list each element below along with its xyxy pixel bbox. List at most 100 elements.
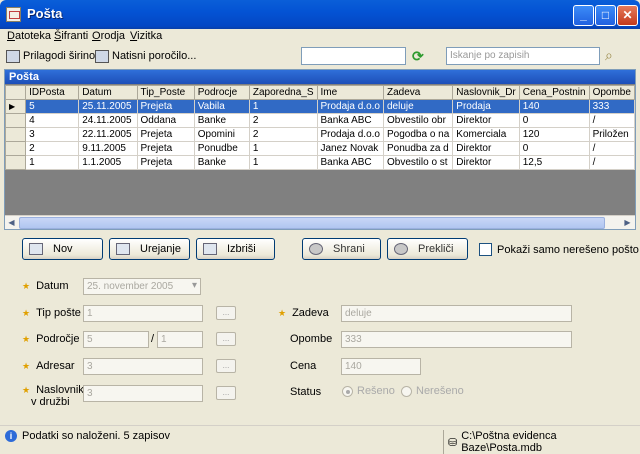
podrocje-lookup-button[interactable]: ... (216, 332, 236, 346)
scroll-left-icon[interactable]: ◀ (5, 217, 18, 229)
row-header[interactable] (4, 155, 27, 170)
unresolved-only-checkbox[interactable]: Pokaži samo nerešeno pošto (479, 243, 639, 256)
column-header[interactable]: Ime (316, 85, 384, 100)
table-cell[interactable]: / (588, 141, 636, 156)
table-cell[interactable]: 1 (248, 99, 318, 114)
refresh-icon[interactable]: ⟳ (412, 48, 424, 65)
table-cell[interactable]: 5 (25, 99, 80, 114)
minimize-button[interactable]: _ (573, 5, 594, 26)
table-cell[interactable]: deluje (382, 99, 454, 114)
menu-sifranti[interactable]: Šifranti (54, 30, 88, 42)
table-cell[interactable]: Komerciala (452, 127, 520, 142)
adresar-field[interactable]: 3 (83, 358, 203, 375)
maximize-button[interactable]: □ (595, 5, 616, 26)
podrocje-field-2[interactable]: 1 (157, 331, 203, 348)
table-cell[interactable]: Prejeta (136, 141, 195, 156)
table-row[interactable]: ▶ 5 25.11.2005 Prejeta Vabila 1 Prodaja d.o.o d… (4, 99, 636, 114)
table-cell[interactable]: Banka ABC (316, 113, 384, 128)
delete-button[interactable]: Izbriši (196, 238, 275, 260)
table-cell[interactable]: Banke (193, 113, 250, 128)
table-cell[interactable]: Prejeta (136, 127, 195, 142)
adresar-lookup-button[interactable]: ... (216, 359, 236, 373)
table-cell[interactable]: Obvestilo obr (382, 113, 454, 128)
menu-orodja[interactable]: Orodja (92, 30, 125, 42)
table-cell[interactable]: 25.11.2005 (78, 99, 138, 114)
search-input[interactable]: Iskanje po zapisih (446, 47, 600, 65)
table-cell[interactable]: 4 (25, 113, 80, 128)
table-cell[interactable]: Pogodba o na (382, 127, 454, 142)
column-header[interactable]: Podrocje (193, 85, 250, 100)
table-cell[interactable]: 1 (25, 155, 80, 170)
table-cell[interactable]: 1.1.2005 (78, 155, 138, 170)
table-cell[interactable]: Janez Novak (316, 141, 384, 156)
column-header[interactable]: Tip_Poste (136, 85, 195, 100)
table-cell[interactable]: Oddana (136, 113, 195, 128)
table-cell[interactable]: Prodaja d.o.o (316, 99, 384, 114)
column-header[interactable]: Opombe (588, 85, 636, 100)
column-header[interactable]: Naslovnik_Dr (452, 85, 520, 100)
column-header[interactable]: IDPosta (25, 85, 80, 100)
new-button[interactable]: Nov (22, 238, 103, 260)
save-button[interactable]: Shrani (302, 238, 381, 260)
fit-width-button[interactable]: Prilagodi širino (6, 47, 95, 65)
table-cell[interactable]: Obvestilo o st (382, 155, 454, 170)
table-row[interactable]: 4 24.11.2005 Oddana Banke 2 Banka ABC Obvestil… (4, 113, 636, 128)
column-header[interactable]: Datum (78, 85, 138, 100)
row-header[interactable]: ▶ (4, 99, 27, 114)
table-cell[interactable]: 9.11.2005 (78, 141, 138, 156)
edit-button[interactable]: Urejanje (109, 238, 190, 260)
table-row[interactable]: 2 9.11.2005 Prejeta Ponudbe 1 Janez Novak Ponu… (4, 141, 636, 156)
table-cell[interactable]: Direktor (452, 141, 520, 156)
table-cell[interactable]: 24.11.2005 (78, 113, 138, 128)
table-row[interactable]: 1 1.1.2005 Prejeta Banke 1 Banka ABC Obvestilo… (4, 155, 636, 170)
table-row[interactable]: 3 22.11.2005 Prejeta Opomini 2 Prodaja d.o.o P… (4, 127, 636, 142)
table-cell[interactable]: 140 (518, 99, 590, 114)
status-resolved-radio[interactable]: Rešeno (342, 385, 395, 397)
table-cell[interactable]: Ponudbe (193, 141, 250, 156)
checkbox-box[interactable] (479, 243, 492, 256)
table-cell[interactable]: Vabila (193, 99, 250, 114)
naslovnik-field[interactable]: 3 (83, 385, 203, 402)
cena-field[interactable]: 140 (341, 358, 421, 375)
scroll-right-icon[interactable]: ▶ (621, 217, 634, 229)
table-cell[interactable]: Direktor (452, 155, 520, 170)
horizontal-scrollbar[interactable]: ◀ ▶ (5, 215, 635, 229)
row-header[interactable] (4, 127, 27, 142)
table-cell[interactable]: Prodaja d.o.o (316, 127, 384, 142)
table-cell[interactable]: / (588, 113, 636, 128)
print-report-button[interactable]: Natisni poročilo... (95, 47, 196, 65)
row-header[interactable] (4, 141, 27, 156)
table-cell[interactable]: Banke (193, 155, 250, 170)
table-cell[interactable]: Direktor (452, 113, 520, 128)
cancel-button[interactable]: Prekliči (387, 238, 468, 260)
table-cell[interactable]: Priložen (588, 127, 636, 142)
opombe-field[interactable]: 333 (341, 331, 572, 348)
table-cell[interactable]: 12,5 (518, 155, 590, 170)
datum-field[interactable]: 25. november 2005 ▾ (83, 278, 201, 295)
status-unresolved-radio[interactable]: Nerešeno (401, 385, 464, 397)
table-cell[interactable]: 22.11.2005 (78, 127, 138, 142)
radio-dot[interactable] (342, 385, 353, 397)
tip-poste-lookup-button[interactable]: ... (216, 306, 236, 320)
table-cell[interactable]: Banka ABC (316, 155, 384, 170)
table-cell[interactable]: 120 (518, 127, 590, 142)
table-cell[interactable]: / (588, 155, 636, 170)
radio-dot[interactable] (401, 385, 412, 397)
tip-poste-field[interactable]: 1 (83, 305, 203, 322)
menu-datoteka[interactable]: Datoteka (7, 30, 51, 42)
table-cell[interactable]: 1 (248, 141, 318, 156)
table-cell[interactable]: Ponudba za d (382, 141, 454, 156)
table-cell[interactable]: 0 (518, 141, 590, 156)
column-header[interactable]: Cena_Postnin (518, 85, 590, 100)
scroll-thumb[interactable] (19, 217, 605, 229)
table-cell[interactable]: Prodaja (452, 99, 520, 114)
close-button[interactable]: ✕ (617, 5, 638, 26)
table-cell[interactable]: 2 (248, 113, 318, 128)
zadeva-field[interactable]: deluje (341, 305, 572, 322)
filter-input[interactable] (301, 47, 406, 65)
table-cell[interactable]: 333 (588, 99, 636, 114)
menu-vizitka[interactable]: Vizitka (130, 30, 162, 42)
table-cell[interactable]: Prejeta (136, 99, 195, 114)
table-cell[interactable]: 2 (248, 127, 318, 142)
table-cell[interactable]: 2 (25, 141, 80, 156)
